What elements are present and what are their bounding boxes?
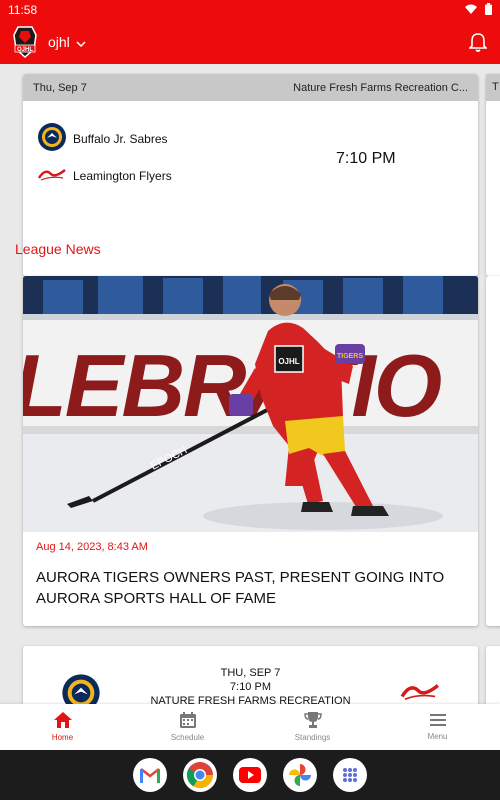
svg-text:LEBRATIO: LEBRATIO [23,336,441,435]
leamington-flyers-logo-icon [37,166,67,185]
next-game-detail-peek[interactable] [486,646,500,704]
game-date: Thu, Sep 7 [33,81,87,94]
game-time: 7:10 PM [336,150,396,167]
buffalo-jr-sabres-logo-icon [61,673,101,704]
league-selector[interactable]: ojhl [48,34,86,50]
news-date: Aug 14, 2023, 8:43 AM [36,541,148,553]
league-news-title: League News [15,241,101,257]
nav-standings-label: Standings [294,733,331,742]
wifi-icon [465,3,477,17]
system-icons [465,2,492,18]
nav-standings[interactable]: Standings [250,704,375,750]
system-dock [0,750,500,800]
away-team-row: Leamington Flyers [37,166,172,185]
home-icon [53,712,72,730]
news-image: LEBRATIO OJHL TIGERS EPOCH [23,276,478,532]
nav-home-label: Home [51,733,74,742]
game-venue: Nature Fresh Farms Recreation C... [293,81,468,94]
chevron-down-icon [76,34,86,50]
news-headline[interactable]: AURORA TIGERS OWNERS PAST, PRESENT GOING… [36,567,466,609]
home-team-name: Buffalo Jr. Sabres [73,131,168,146]
nav-menu-label: Menu [427,732,448,741]
calendar-icon [179,712,196,730]
nav-menu[interactable]: Menu [375,704,500,750]
game-card-detail[interactable]: THU, SEP 7 7:10 PM NATURE FRESH FARMS RE… [23,646,478,704]
chrome-icon[interactable] [183,758,217,792]
leamington-flyers-logo-icon [399,680,441,704]
nav-home[interactable]: Home [0,704,125,750]
game-card-header: Thu, Sep 7 Nature Fresh Farms Recreation… [23,74,478,101]
news-card[interactable]: LEBRATIO OJHL TIGERS EPOCH Aug 14, 2023,… [23,276,478,626]
app-bar: OJHL ojhl [0,20,500,64]
ojhl-logo[interactable]: OJHL [10,25,40,59]
google-photos-icon[interactable] [283,758,317,792]
next-game-header-peek: T [486,74,500,101]
menu-icon [429,713,446,729]
status-bar: 11:58 [0,0,500,20]
app-drawer-icon[interactable] [333,758,367,792]
svg-text:OJHL: OJHL [278,357,299,366]
nav-schedule[interactable]: Schedule [125,704,250,750]
svg-text:OJHL: OJHL [17,47,33,53]
home-content[interactable]: Thu, Sep 7 Nature Fresh Farms Recreation… [0,64,500,704]
buffalo-jr-sabres-logo-icon [37,122,67,155]
battery-icon [485,2,492,18]
notifications-bell-icon[interactable] [466,30,490,54]
svg-text:TIGERS: TIGERS [337,353,363,360]
bottom-nav: Home Schedule Standings Menu [0,704,500,750]
next-news-card-peek[interactable] [486,276,500,626]
status-time: 11:58 [8,3,38,17]
home-team-row: Buffalo Jr. Sabres [37,122,168,155]
youtube-icon[interactable] [233,758,267,792]
next-game-card-peek[interactable]: T [486,74,500,276]
nav-schedule-label: Schedule [170,733,205,742]
away-team-name: Leamington Flyers [73,168,172,183]
gmail-icon[interactable] [133,758,167,792]
league-name: ojhl [48,34,70,50]
trophy-icon [303,712,322,730]
